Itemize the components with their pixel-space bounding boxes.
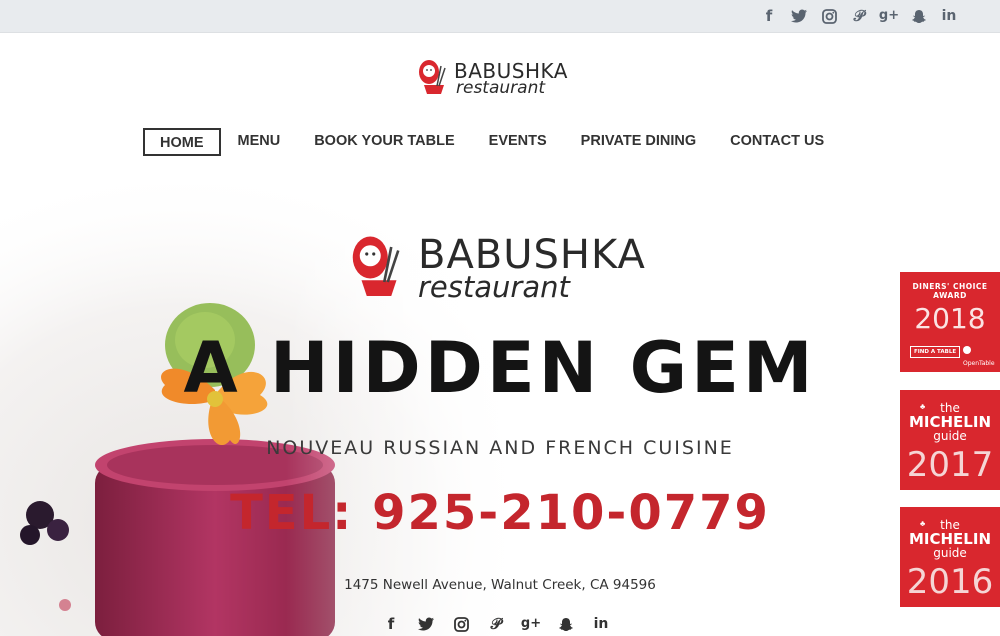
hero-subheadline: NOUVEAU RUSSIAN AND FRENCH CUISINE (266, 437, 734, 459)
find-a-table-label: FIND A TABLE (910, 346, 961, 358)
nav-events[interactable]: EVENTS (472, 128, 564, 156)
top-social-bar: f 𝒫 g+ in (0, 0, 1000, 33)
nav-book-your-table[interactable]: BOOK YOUR TABLE (297, 128, 471, 156)
michelin-2017-badge[interactable]: ♣ the MICHELIN guide 2017 (900, 390, 1000, 490)
top-social-links: f 𝒫 g+ in (760, 6, 958, 26)
linkedin-icon[interactable]: in (940, 6, 958, 26)
hero-headline: A HIDDEN GEM (183, 327, 817, 409)
address-text: 1475 Newell Avenue, Walnut Creek, CA 945… (344, 577, 656, 593)
main-nav: HOME MENU BOOK YOUR TABLE EVENTS PRIVATE… (143, 128, 841, 156)
phone-link[interactable]: TEL: 925-210-0779 (0, 485, 1000, 541)
pinterest-icon[interactable]: 𝒫 (487, 614, 505, 634)
michelin-guide: guide (933, 429, 967, 443)
diners-choice-badge[interactable]: DINERS' CHOICE AWARD 2018 FIND A TABLE O… (900, 272, 1000, 372)
michelin-year: 2017 (906, 445, 994, 485)
hero-logo: BABUSHKA restaurant (346, 233, 656, 305)
instagram-icon[interactable] (820, 6, 838, 26)
snapchat-icon[interactable] (557, 614, 575, 634)
instagram-icon[interactable] (452, 614, 470, 634)
diners-choice-line2: AWARD (933, 291, 967, 300)
matryoshka-logo-icon (419, 60, 446, 94)
matryoshka-logo-icon (352, 236, 400, 296)
opentable-icon (963, 345, 971, 354)
pinterest-icon[interactable]: 𝒫 (850, 6, 868, 26)
nav-contact-us[interactable]: CONTACT US (713, 128, 841, 156)
facebook-icon[interactable]: f (760, 6, 778, 26)
twitter-icon[interactable] (417, 614, 435, 634)
facebook-icon[interactable]: f (382, 614, 400, 634)
nav-private-dining[interactable]: PRIVATE DINING (564, 128, 713, 156)
hero-social-links: f 𝒫 g+ in (382, 614, 610, 634)
michelin-year: 2016 (906, 562, 994, 602)
linkedin-icon[interactable]: in (592, 614, 610, 634)
hero-logo-subtitle: restaurant (418, 270, 570, 304)
hero-section: BABUSHKA restaurant A HIDDEN GEM NOUVEAU… (0, 185, 1000, 636)
snapchat-icon[interactable] (910, 6, 928, 26)
diners-choice-title: DINERS' CHOICE AWARD (900, 282, 1000, 300)
diners-choice-year: 2018 (914, 302, 986, 335)
michelin-guide: guide (933, 546, 967, 560)
michelin-2016-badge[interactable]: ♣ the MICHELIN guide 2016 (900, 507, 1000, 607)
logo-subtitle: restaurant (456, 78, 546, 98)
twitter-icon[interactable] (790, 6, 808, 26)
opentable-logo: OpenTable (963, 343, 1000, 371)
opentable-label: OpenTable (963, 360, 995, 367)
diners-choice-line1: DINERS' CHOICE (912, 282, 988, 291)
google-plus-icon[interactable]: g+ (521, 614, 541, 634)
nav-menu[interactable]: MENU (221, 128, 298, 156)
header-logo[interactable]: BABUSHKA restaurant (416, 58, 586, 100)
google-plus-icon[interactable]: g+ (879, 6, 899, 26)
nav-home[interactable]: HOME (143, 128, 221, 156)
